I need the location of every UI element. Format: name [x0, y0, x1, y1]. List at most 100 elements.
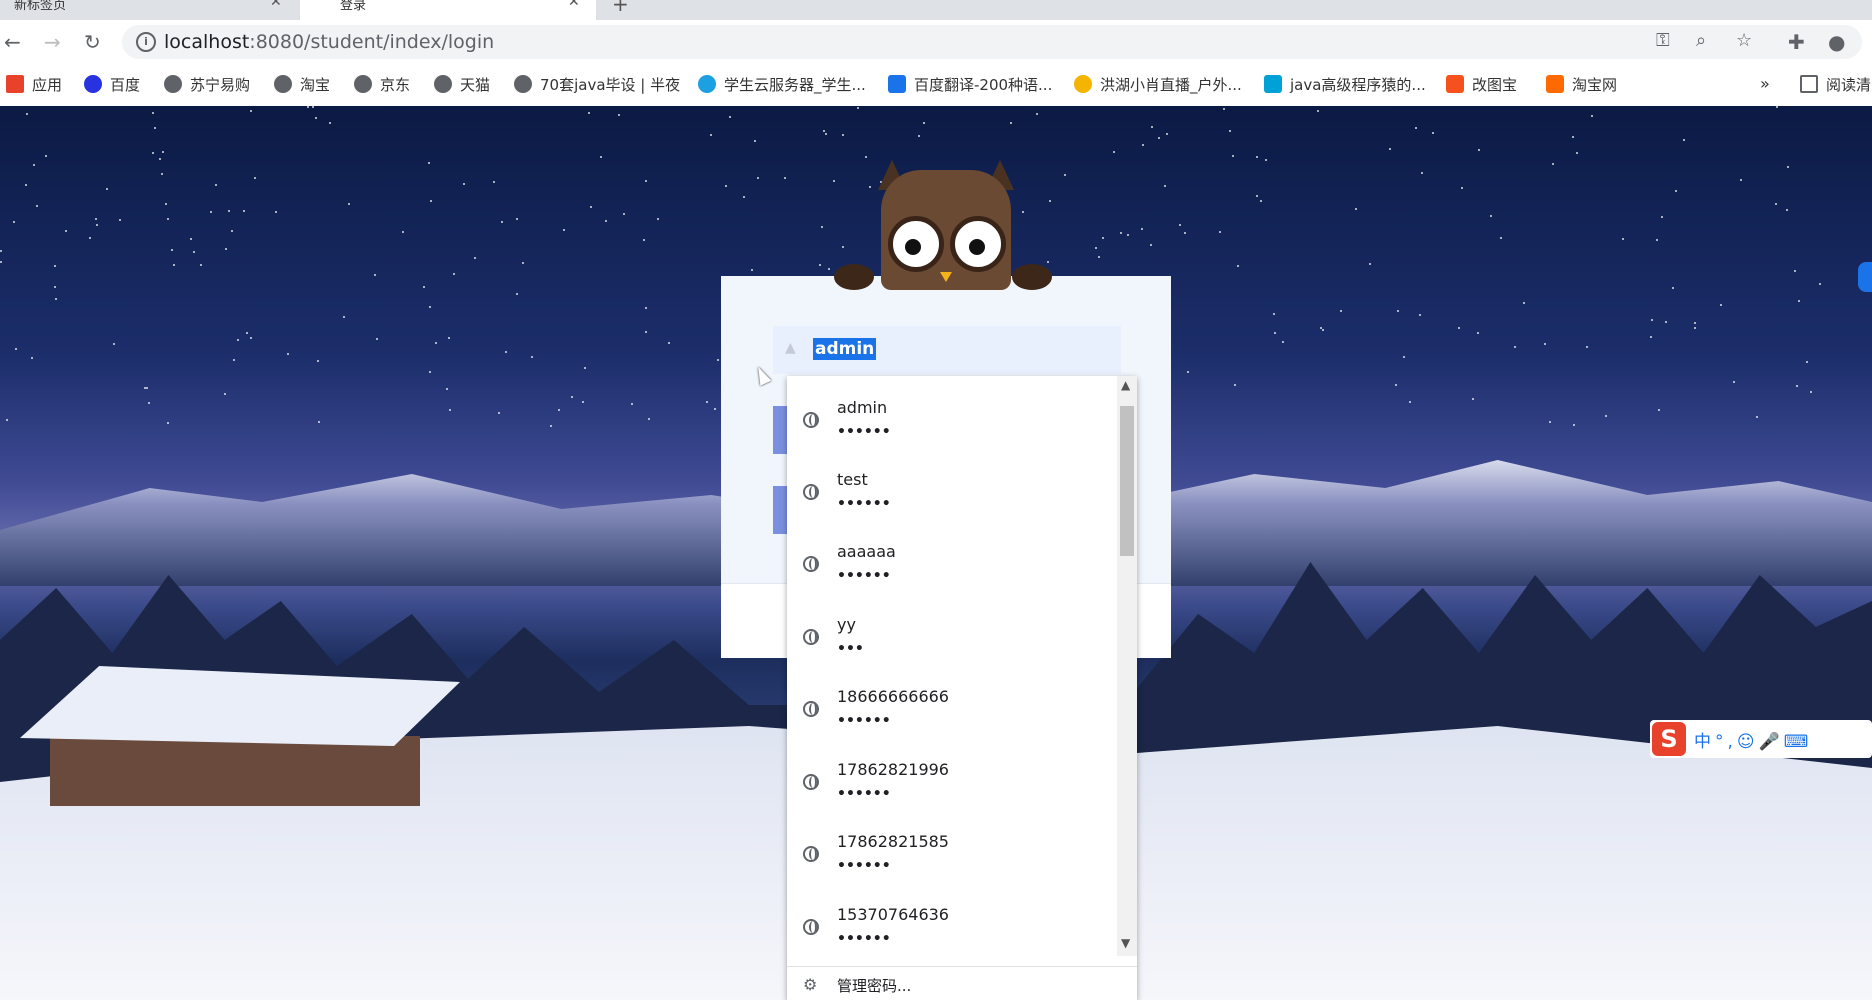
bookmark-taobao[interactable]: 淘宝 — [274, 74, 330, 95]
bookmark-suning[interactable]: 苏宁易购 — [164, 74, 250, 95]
star — [246, 332, 248, 334]
autofill-item[interactable]: aaaaaa •••••• — [787, 534, 1117, 606]
bookmark-java[interactable]: 70套java毕设 | 半夜 — [514, 74, 680, 95]
extensions-icon[interactable]: ✚ — [1788, 30, 1805, 54]
autofill-username: 15370764636 — [837, 905, 949, 924]
star — [1591, 115, 1593, 117]
manage-passwords-label: 管理密码... — [837, 977, 912, 995]
bookmark-label: 淘宝网 — [1572, 76, 1618, 94]
site-info-icon[interactable]: i — [136, 32, 156, 52]
bookmark-taobaowang[interactable]: 淘宝网 — [1546, 74, 1617, 95]
side-float-button[interactable] — [1858, 262, 1872, 292]
dropdown-scrollbar[interactable]: ▲ ▼ — [1117, 376, 1137, 956]
star — [1320, 327, 1322, 329]
star — [668, 342, 670, 344]
autofill-item[interactable]: 18666666666 •••••• — [787, 679, 1117, 751]
star — [729, 116, 731, 118]
star — [823, 130, 825, 132]
star — [13, 221, 15, 223]
sogou-logo-icon[interactable]: S — [1652, 722, 1686, 756]
reload-icon[interactable]: ↻ — [84, 30, 101, 54]
image-icon — [1446, 75, 1464, 93]
gear-icon: ⚙ — [803, 975, 818, 994]
bookmark-baidu[interactable]: 百度 — [84, 74, 140, 95]
scrollbar-thumb[interactable] — [1120, 406, 1134, 556]
autofill-item[interactable]: admin •••••• — [787, 390, 1117, 462]
star — [725, 185, 727, 187]
manage-passwords-item[interactable]: ⚙ 管理密码... — [787, 966, 1137, 1000]
star — [275, 211, 277, 213]
url-path: :8080/student/index/login — [249, 31, 495, 53]
bookmark-cloud[interactable]: 学生云服务器_学生... — [698, 74, 866, 95]
star — [228, 210, 230, 212]
bookmark-tmall[interactable]: 天猫 — [434, 74, 490, 95]
username-field[interactable]: ▲ admin — [773, 326, 1121, 374]
owl-mascot — [826, 160, 1066, 290]
bookmarks-bar: 应用 百度 苏宁易购 淘宝 京东 天猫 70套java毕设 | 半夜 学生云服务… — [0, 64, 1872, 107]
star — [1810, 391, 1812, 393]
bookmark-jd[interactable]: 京东 — [354, 74, 410, 95]
autofill-item[interactable]: yy ••• — [787, 607, 1117, 679]
new-tab-button[interactable]: + — [612, 0, 629, 16]
star — [648, 418, 650, 420]
star — [1651, 319, 1653, 321]
star — [493, 181, 495, 183]
star — [1317, 110, 1319, 112]
autofill-item[interactable]: 17862821996 •••••• — [787, 752, 1117, 824]
tab-close-icon[interactable]: ✕ — [568, 0, 580, 10]
star — [618, 114, 620, 116]
star — [1694, 327, 1696, 329]
captcha-field[interactable] — [773, 486, 787, 534]
key-icon[interactable]: ⚿ — [1656, 30, 1670, 51]
bookmark-apps[interactable]: 应用 — [6, 74, 62, 95]
globe-icon — [803, 629, 819, 645]
address-bar[interactable]: i localhost:8080/student/index/login ⚿ ⌕… — [122, 25, 1862, 59]
ime-tools[interactable]: 中°,☺🎤⌨ — [1694, 727, 1812, 752]
cabin-wall — [50, 736, 420, 806]
star — [498, 412, 500, 414]
bookmark-translate[interactable]: 百度翻译-200种语... — [888, 74, 1052, 95]
forward-icon[interactable]: → — [44, 30, 61, 54]
more-bookmarks-button[interactable]: » — [1760, 74, 1770, 93]
star — [148, 402, 150, 404]
url-text[interactable]: localhost:8080/student/index/login — [164, 31, 494, 53]
star — [550, 425, 552, 427]
scroll-up-icon[interactable]: ▲ — [1121, 378, 1130, 392]
star — [1490, 215, 1492, 217]
bookmark-gaitubao[interactable]: 改图宝 — [1446, 74, 1517, 95]
star — [1141, 228, 1143, 230]
profile-icon[interactable]: ● — [1828, 30, 1845, 54]
back-icon[interactable]: ← — [4, 30, 21, 54]
star — [1694, 322, 1696, 324]
bookmark-live[interactable]: 洪湖小肖直播_户外... — [1074, 74, 1242, 95]
autofill-item[interactable]: 17862821585 •••••• — [787, 824, 1117, 896]
tab-login[interactable]: 登录 ✕ — [300, 0, 596, 20]
star-icon[interactable]: ☆ — [1736, 30, 1752, 51]
zoom-icon[interactable]: ⌕ — [1696, 30, 1706, 51]
star — [243, 210, 245, 212]
tab-close-icon[interactable]: ✕ — [270, 0, 282, 10]
tab-new-tab[interactable]: 新标签页 ✕ — [0, 0, 298, 20]
star — [312, 106, 314, 108]
reading-list-button[interactable]: 阅读清 — [1800, 74, 1871, 95]
bookmark-label: 改图宝 — [1472, 76, 1518, 94]
bookmark-label: 淘宝 — [300, 76, 331, 94]
star — [1775, 203, 1777, 205]
autofill-password: •••••• — [837, 786, 891, 802]
star — [1514, 346, 1516, 348]
star — [605, 220, 607, 222]
star — [1478, 149, 1480, 151]
autofill-item[interactable]: test •••••• — [787, 462, 1117, 534]
star — [1369, 263, 1371, 265]
password-field[interactable] — [773, 406, 787, 454]
star — [224, 393, 226, 395]
ime-toolbar[interactable]: S 中°,☺🎤⌨ — [1650, 720, 1872, 758]
bookmark-bilibili[interactable]: java高级程序猿的... — [1264, 74, 1426, 95]
autofill-item[interactable]: 15370764636 •••••• — [787, 897, 1117, 969]
username-input[interactable]: admin — [813, 338, 877, 360]
scroll-down-icon[interactable]: ▼ — [1121, 936, 1130, 950]
star — [516, 293, 518, 295]
star — [1658, 409, 1660, 411]
star — [1740, 179, 1742, 181]
star — [1605, 415, 1607, 417]
